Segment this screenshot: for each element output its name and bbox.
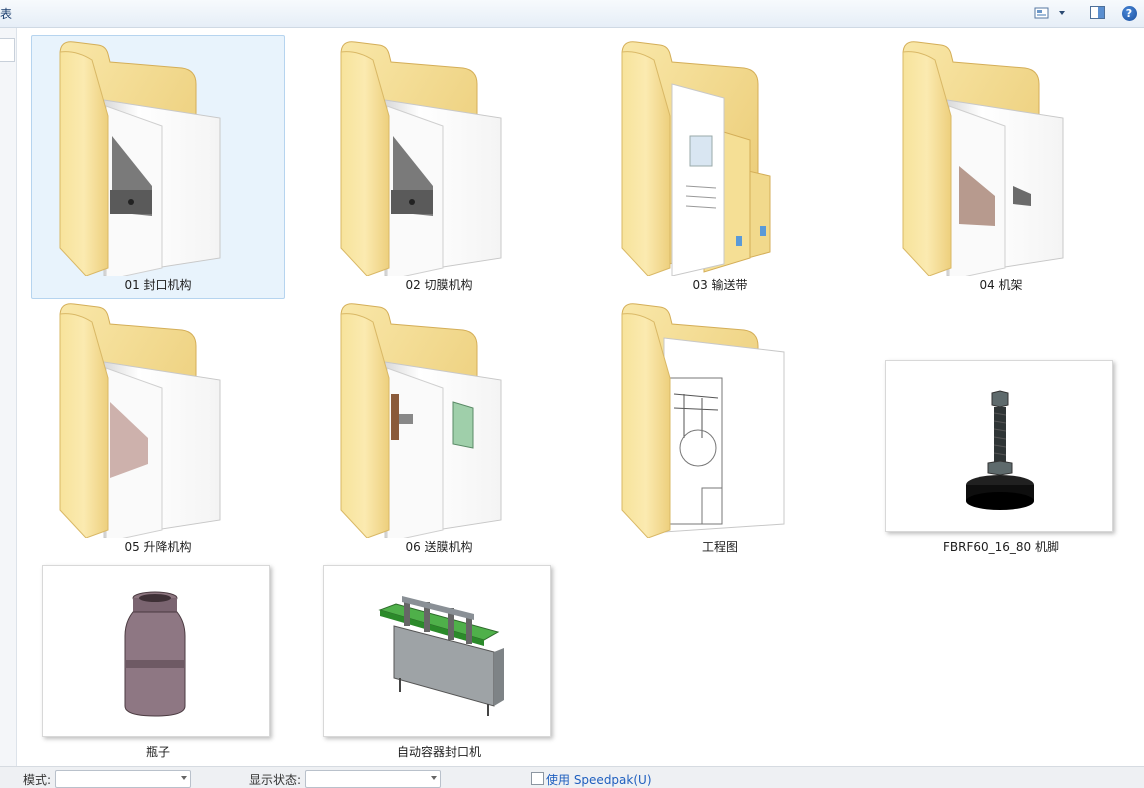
folder-icon <box>902 41 1064 276</box>
toolbar: 表 ? <box>0 0 1144 28</box>
folder-item-03[interactable]: 03 输送带 <box>593 35 847 299</box>
folder-item-04[interactable]: 04 机架 <box>874 35 1128 299</box>
file-thumbnail <box>885 360 1113 532</box>
speedpak-label[interactable]: 使用 Speedpak(U) <box>546 771 652 788</box>
toolbar-title-fragment: 表 <box>0 7 13 21</box>
help-button[interactable]: ? <box>1118 3 1140 23</box>
item-label: FBRF60_16_80 机脚 <box>943 540 1059 554</box>
folder-item-02[interactable]: 02 切膜机构 <box>312 35 566 299</box>
change-view-button[interactable] <box>1033 3 1073 23</box>
views-icon <box>1034 7 1065 19</box>
assembly-file-machine[interactable]: 自动容器封口机 <box>312 502 566 766</box>
chevron-down-icon <box>431 776 437 780</box>
part-file-foot[interactable]: FBRF60_16_80 机脚 <box>874 297 1128 561</box>
item-label: 04 机架 <box>979 278 1023 292</box>
part-file-bottle[interactable]: 瓶子 <box>31 502 285 766</box>
folder-item-01[interactable]: 01 封口机构 <box>31 35 285 299</box>
help-icon: ? <box>1121 5 1137 21</box>
item-label: 瓶子 <box>145 745 170 759</box>
item-label: 自动容器封口机 <box>396 745 481 759</box>
folder-icon <box>59 41 221 276</box>
mode-select[interactable] <box>55 770 191 788</box>
file-thumbnail <box>323 565 551 737</box>
item-label: 03 输送带 <box>692 278 748 292</box>
navigation-pane-tab[interactable] <box>0 38 15 62</box>
statusbar: 模式: 显示状态: 使用 Speedpak(U) <box>0 766 1144 788</box>
mode-label: 模式: <box>23 773 52 787</box>
item-label: 02 切膜机构 <box>405 278 473 292</box>
bottle-thumbnail <box>124 591 186 717</box>
display-state-select[interactable] <box>305 770 441 788</box>
item-label: 01 封口机构 <box>124 278 192 292</box>
folder-icon <box>621 303 785 538</box>
preview-pane-icon <box>1090 6 1105 19</box>
leveling-foot-thumbnail <box>966 390 1034 510</box>
folder-item-drawings[interactable]: 工程图 <box>593 297 847 561</box>
folder-icon <box>621 41 771 276</box>
navigation-pane <box>0 28 17 766</box>
preview-pane-button[interactable] <box>1087 3 1109 23</box>
item-label: 工程图 <box>701 540 738 554</box>
folder-icon <box>340 41 502 276</box>
file-thumbnail <box>42 565 270 737</box>
file-view: 01 封口机构 02 切膜机构 03 输送带 04 机架 05 升降机构 06 … <box>17 28 1144 766</box>
sealing-machine-thumbnail <box>378 596 504 716</box>
display-state-label: 显示状态: <box>249 773 302 787</box>
speedpak-checkbox[interactable] <box>531 772 544 785</box>
chevron-down-icon <box>181 776 187 780</box>
